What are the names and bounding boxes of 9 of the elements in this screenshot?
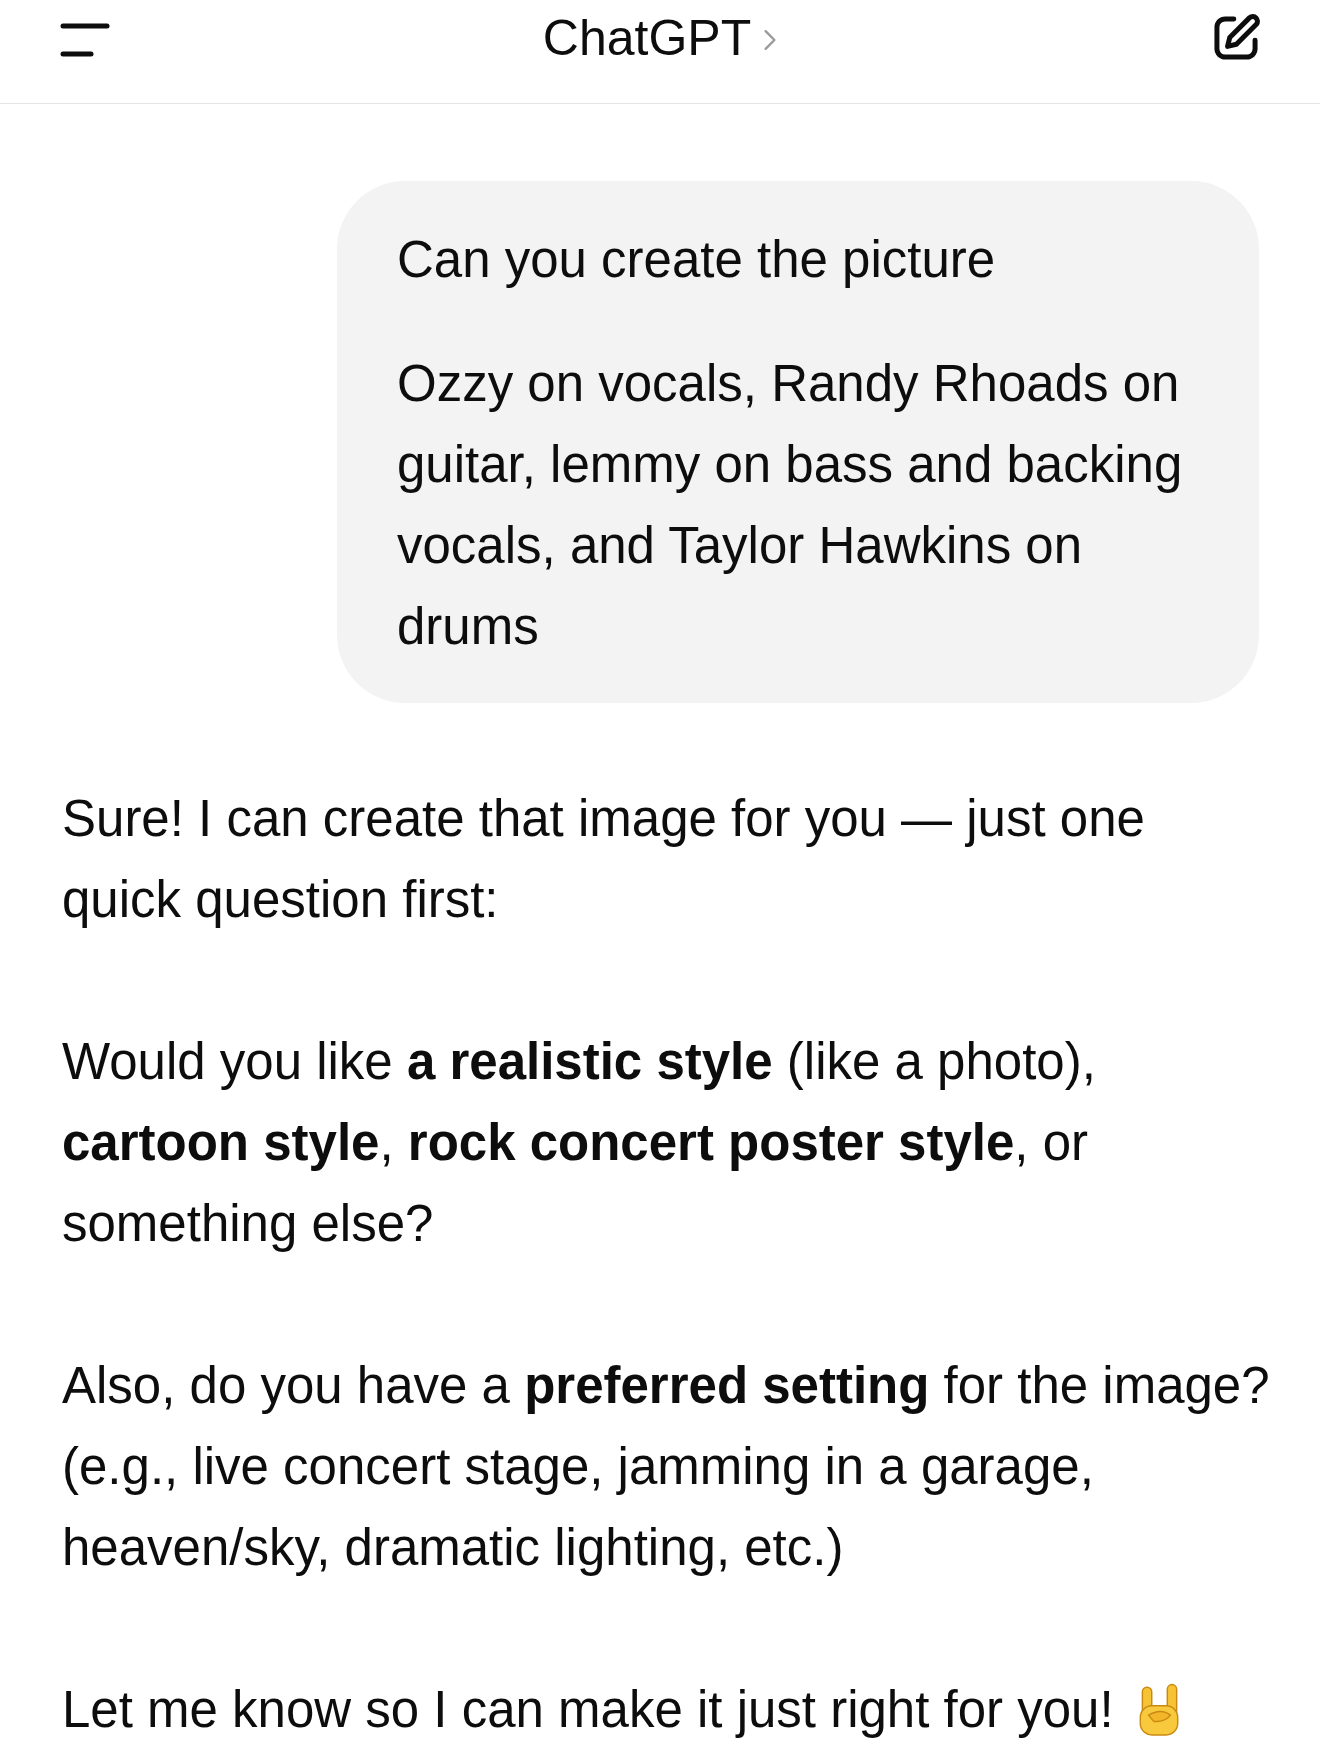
message-text: Would you like a realistic style (like a photo), cartoon style, rock concert poster style, or something else? (62, 1032, 1097, 1254)
message-text: Can you create the picture (397, 230, 996, 290)
model-selector-button[interactable]: ChatGPT (542, 8, 778, 68)
message-text: Ozzy on vocals, Randy Rhoads on guitar, lemmy on bass and backing vocals, and Taylor Hawkins on drums (397, 354, 1184, 657)
message-text: Also, do you have a preferred setting for the image? (e.g., live concert stage, jamming in a garage, heaven/sky, dramatic lighting, etc.) (62, 1356, 1271, 1578)
chevron-right-icon (763, 29, 778, 51)
message-text: Let me know so I can make it just right for you! (62, 1681, 1114, 1738)
menu-icon (60, 23, 110, 57)
message-text: Sure! I can create that image for you — just one quick question first: (62, 789, 1146, 930)
